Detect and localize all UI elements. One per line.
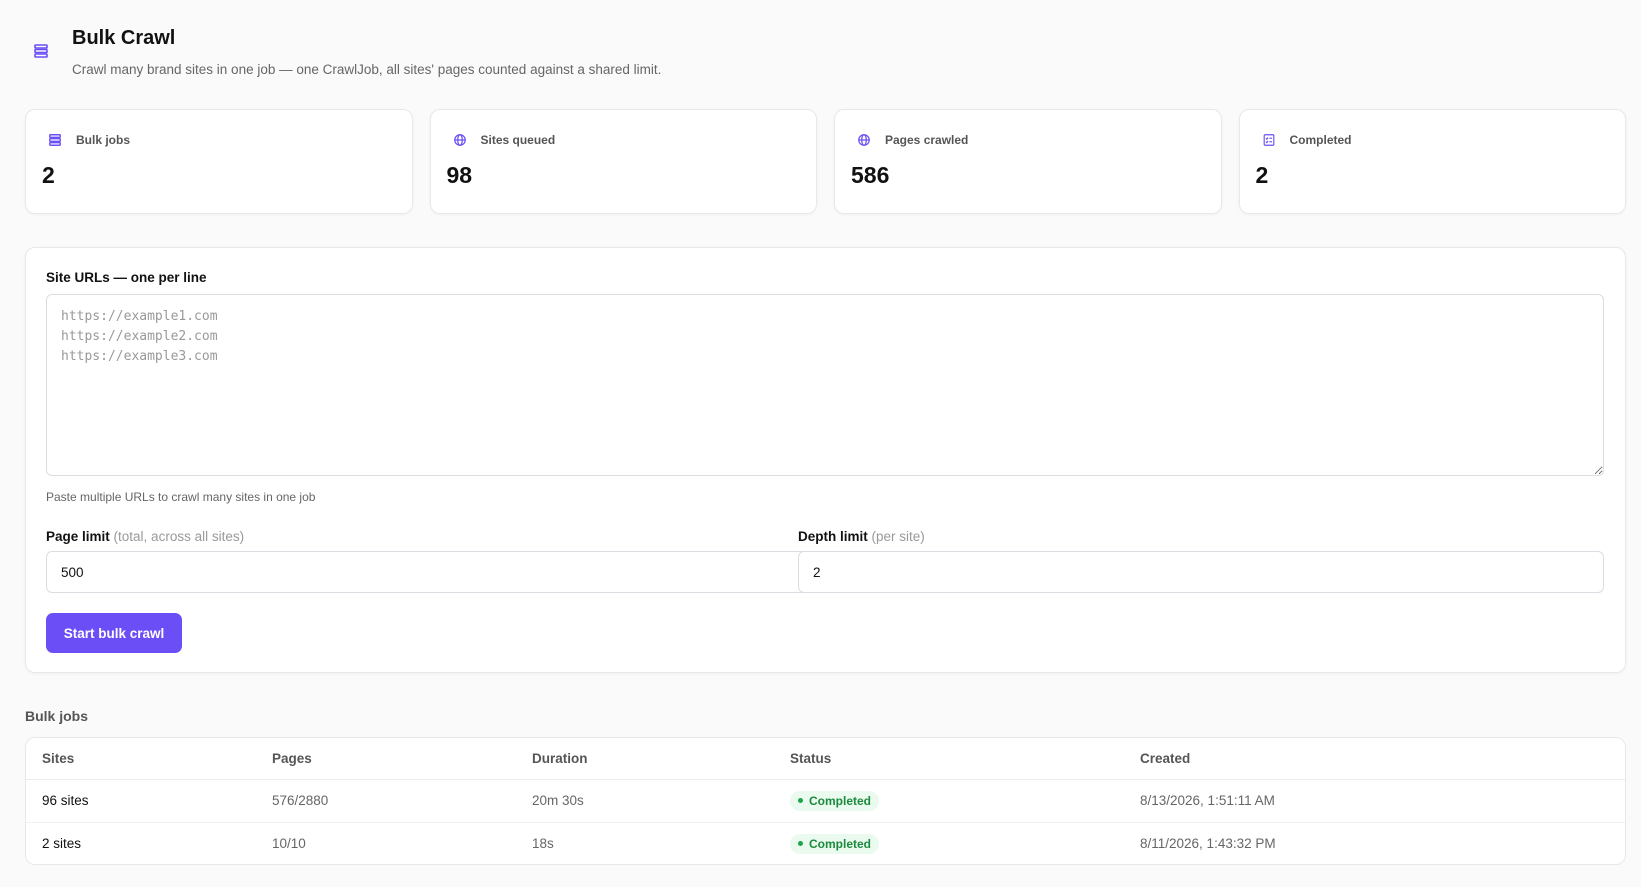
stats-row: Bulk jobs 2 Sites queued 98 Pages crawle…: [25, 109, 1626, 214]
column-header-sites: Sites: [26, 738, 256, 780]
status-badge-label: Completed: [809, 793, 872, 808]
stat-label: Completed: [1289, 133, 1352, 147]
cell-status: Completed: [774, 821, 1124, 864]
table-row[interactable]: 2 sites 10/10 18s Completed 8/11/2026, 1…: [26, 821, 1625, 864]
stat-card-pages-crawled: Pages crawled 586: [834, 109, 1222, 214]
cell-duration: 20m 30s: [532, 793, 584, 808]
column-header-status: Status: [774, 738, 1124, 780]
stat-value: 98: [446, 162, 473, 188]
page-limit-input[interactable]: [46, 551, 816, 593]
bulk-jobs-section-title: Bulk jobs: [25, 708, 89, 724]
status-badge: Completed: [790, 790, 880, 811]
column-header-created: Created: [1124, 738, 1625, 780]
status-badge: Completed: [790, 833, 880, 854]
cell-pages: 10/10: [256, 821, 516, 864]
stat-card-bulk-jobs: Bulk jobs 2: [25, 109, 413, 214]
stack-icon: [24, 34, 58, 68]
table-row[interactable]: 96 sites 576/2880 20m 30s Completed 8/13…: [26, 779, 1625, 822]
page-subtitle: Crawl many brand sites in one job — one …: [72, 62, 662, 77]
page-limit-hint: (total, across all sites): [113, 529, 245, 544]
bulk-crawl-form: Site URLs — one per line Paste multiple …: [25, 247, 1626, 673]
page-limit-label: Page limit (total, across all sites): [46, 529, 244, 544]
stat-value: 586: [851, 162, 890, 188]
status-badge-label: Completed: [809, 836, 872, 851]
stat-label: Sites queued: [480, 133, 556, 147]
page-limit-label-text: Page limit: [46, 529, 110, 544]
column-header-duration: Duration: [516, 738, 774, 780]
depth-limit-input[interactable]: [798, 551, 1604, 593]
bulk-jobs-table: Sites Pages Duration Status Created 96 s…: [25, 737, 1626, 865]
site-urls-help-text: Paste multiple URLs to crawl many sites …: [46, 490, 316, 504]
stat-card-sites-queued: Sites queued 98: [429, 109, 817, 214]
table-header-row: Sites Pages Duration Status Created: [26, 738, 1625, 780]
stat-value: 2: [1255, 162, 1269, 188]
stat-value: 2: [42, 162, 55, 188]
page-header: Bulk Crawl Crawl many brand sites in one…: [24, 24, 661, 77]
cell-sites: 2 sites: [26, 821, 256, 864]
site-urls-label: Site URLs — one per line: [46, 270, 207, 285]
cell-status: Completed: [774, 779, 1124, 822]
status-dot-icon: [798, 798, 803, 803]
cell-created: 8/11/2026, 1:43:32 PM: [1124, 821, 1625, 864]
cell-pages: 576/2880: [272, 793, 329, 808]
stat-label: Pages crawled: [885, 133, 969, 147]
page-title: Bulk Crawl: [72, 27, 176, 49]
checklist-icon: [1256, 130, 1282, 150]
cell-duration: 18s: [516, 821, 774, 864]
stack-icon: [42, 130, 68, 150]
stat-card-completed: Completed 2: [1238, 109, 1626, 214]
depth-limit-hint: (per site): [871, 529, 925, 544]
globe-icon: [447, 130, 473, 150]
globe-icon: [851, 130, 877, 150]
depth-limit-label-text: Depth limit: [798, 529, 868, 544]
cell-sites: 96 sites: [42, 793, 89, 808]
depth-limit-label: Depth limit (per site): [798, 529, 925, 544]
status-dot-icon: [798, 841, 803, 847]
column-header-pages: Pages: [256, 738, 516, 780]
stat-label: Bulk jobs: [76, 133, 131, 147]
start-bulk-crawl-button[interactable]: Start bulk crawl: [46, 613, 182, 653]
site-urls-textarea[interactable]: [46, 294, 1604, 476]
cell-created: 8/13/2026, 1:51:11 AM: [1140, 793, 1275, 808]
